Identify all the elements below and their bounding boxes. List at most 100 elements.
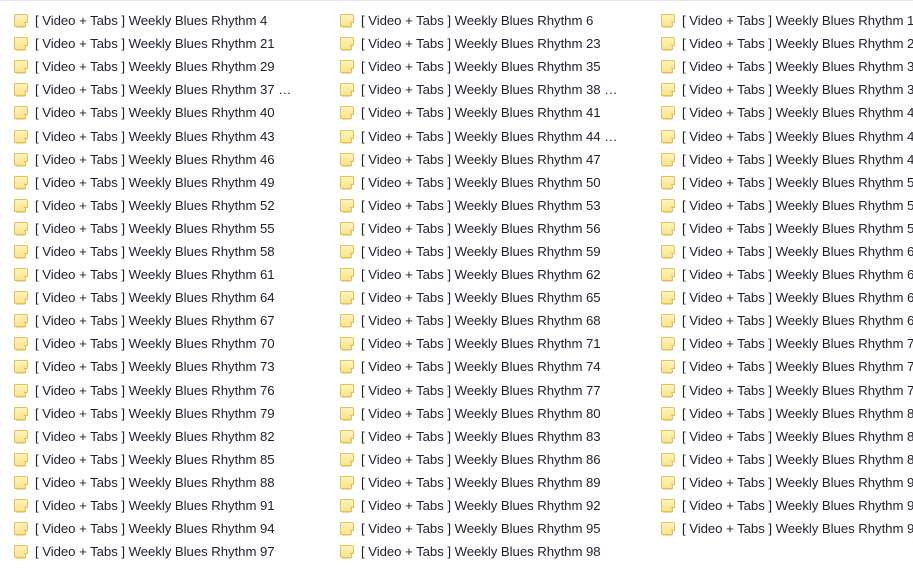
folder-icon <box>340 336 355 352</box>
list-item[interactable]: [ Video + Tabs ] Weekly Blues Rhythm 4 <box>14 9 327 32</box>
list-item[interactable]: [ Video + Tabs ] Weekly Blues Rhythm 62 <box>340 263 647 286</box>
list-item[interactable]: [ Video + Tabs ] Weekly Blues Rhythm 94 <box>14 517 327 540</box>
list-item[interactable]: [ Video + Tabs ] Weekly Blues Rhythm 44 … <box>340 124 647 147</box>
list-item[interactable]: [ Video + Tabs ] Weekly Blues Rhythm 74 <box>340 355 647 378</box>
list-item[interactable]: [ Video + Tabs ] Weekly Blues Rhythm 64 <box>14 286 327 309</box>
list-item-label: [ Video + Tabs ] Weekly Blues Rhythm 44 … <box>361 128 618 144</box>
list-item[interactable]: [ Video + Tabs ] Weekly Blues Rhythm 46 <box>14 148 327 171</box>
list-item-label: [ Video + Tabs ] Weekly Blues Rhythm 6 <box>361 13 594 29</box>
list-item[interactable]: [ Video + Tabs ] Weekly Blues Rhythm 19 <box>661 9 913 32</box>
list-item[interactable]: [ Video + Tabs ] Weekly Blues Rhythm 68 <box>340 309 647 332</box>
list-item[interactable]: [ Video + Tabs ] Weekly Blues Rhythm 66 <box>661 286 913 309</box>
list-item-label: [ Video + Tabs ] Weekly Blues Rhythm 4 <box>35 13 268 29</box>
folder-icon <box>661 221 676 236</box>
list-item[interactable]: [ Video + Tabs ] Weekly Blues Rhythm 53 <box>340 194 647 217</box>
list-item[interactable]: [ Video + Tabs ] Weekly Blues Rhythm 21 <box>14 32 327 55</box>
list-item[interactable]: [ Video + Tabs ] Weekly Blues Rhythm 52 <box>14 194 327 217</box>
list-item[interactable]: [ Video + Tabs ] Weekly Blues Rhythm 61 <box>14 263 327 286</box>
list-item[interactable]: [ Video + Tabs ] Weekly Blues Rhythm 48 <box>661 148 913 171</box>
list-item[interactable]: [ Video + Tabs ] Weekly Blues Rhythm 70 <box>14 332 327 355</box>
list-item[interactable]: [ Video + Tabs ] Weekly Blues Rhythm 45 <box>661 124 913 147</box>
list-item[interactable]: [ Video + Tabs ] Weekly Blues Rhythm 79 <box>14 402 327 425</box>
list-item[interactable]: [ Video + Tabs ] Weekly Blues Rhythm 6 <box>340 9 647 32</box>
list-item[interactable]: [ Video + Tabs ] Weekly Blues Rhythm 57 <box>661 217 913 240</box>
list-item[interactable]: [ Video + Tabs ] Weekly Blues Rhythm 85 <box>14 448 327 471</box>
list-item[interactable]: [ Video + Tabs ] Weekly Blues Rhythm 71 <box>340 332 647 355</box>
list-item[interactable]: [ Video + Tabs ] Weekly Blues Rhythm 39 <box>661 78 913 101</box>
list-item-label: [ Video + Tabs ] Weekly Blues Rhythm 74 <box>361 359 601 375</box>
list-item[interactable]: [ Video + Tabs ] Weekly Blues Rhythm 49 <box>14 171 327 194</box>
list-item[interactable]: [ Video + Tabs ] Weekly Blues Rhythm 51 <box>661 171 913 194</box>
list-item[interactable]: [ Video + Tabs ] Weekly Blues Rhythm 36 <box>661 55 913 78</box>
list-item-label: [ Video + Tabs ] Weekly Blues Rhythm 76 <box>35 382 275 398</box>
folder-icon <box>14 82 29 98</box>
list-item[interactable]: [ Video + Tabs ] Weekly Blues Rhythm 86 <box>340 448 647 471</box>
list-item-label: [ Video + Tabs ] Weekly Blues Rhythm 54 <box>682 197 913 213</box>
list-item[interactable]: [ Video + Tabs ] Weekly Blues Rhythm 78 <box>661 379 913 402</box>
list-item[interactable]: [ Video + Tabs ] Weekly Blues Rhythm 58 <box>14 240 327 263</box>
list-item[interactable]: [ Video + Tabs ] Weekly Blues Rhythm 73 <box>14 355 327 378</box>
list-item[interactable]: [ Video + Tabs ] Weekly Blues Rhythm 23 <box>340 32 647 55</box>
list-item[interactable]: [ Video + Tabs ] Weekly Blues Rhythm 43 <box>14 124 327 147</box>
list-item[interactable]: [ Video + Tabs ] Weekly Blues Rhythm 88 <box>14 471 327 494</box>
list-item[interactable]: [ Video + Tabs ] Weekly Blues Rhythm 87 <box>661 448 913 471</box>
list-item[interactable]: [ Video + Tabs ] Weekly Blues Rhythm 98 <box>340 540 647 563</box>
list-item[interactable]: [ Video + Tabs ] Weekly Blues Rhythm 55 <box>14 217 327 240</box>
list-item[interactable]: [ Video + Tabs ] Weekly Blues Rhythm 65 <box>340 286 647 309</box>
list-item[interactable]: [ Video + Tabs ] Weekly Blues Rhythm 76 <box>14 379 327 402</box>
list-item[interactable]: [ Video + Tabs ] Weekly Blues Rhythm 91 <box>14 494 327 517</box>
list-item[interactable]: [ Video + Tabs ] Weekly Blues Rhythm 47 <box>340 148 647 171</box>
file-list-pane[interactable]: [ Video + Tabs ] Weekly Blues Rhythm 4 [… <box>0 0 913 570</box>
list-item[interactable]: [ Video + Tabs ] Weekly Blues Rhythm 90 <box>661 471 913 494</box>
list-item[interactable]: [ Video + Tabs ] Weekly Blues Rhythm 35 <box>340 55 647 78</box>
list-item-label: [ Video + Tabs ] Weekly Blues Rhythm 90 <box>682 474 913 490</box>
list-item[interactable]: [ Video + Tabs ] Weekly Blues Rhythm 60 <box>661 240 913 263</box>
list-item-label: [ Video + Tabs ] Weekly Blues Rhythm 69 <box>682 313 913 329</box>
list-item[interactable]: [ Video + Tabs ] Weekly Blues Rhythm 29 <box>14 55 327 78</box>
folder-icon <box>661 152 676 167</box>
folder-icon <box>661 129 676 144</box>
folder-icon <box>340 244 355 259</box>
list-item[interactable]: [ Video + Tabs ] Weekly Blues Rhythm 72 <box>661 332 913 355</box>
list-item-label: [ Video + Tabs ] Weekly Blues Rhythm 77 <box>361 382 601 398</box>
list-item[interactable]: [ Video + Tabs ] Weekly Blues Rhythm 54 <box>661 194 913 217</box>
list-item[interactable]: [ Video + Tabs ] Weekly Blues Rhythm 69 <box>661 309 913 332</box>
list-item[interactable]: [ Video + Tabs ] Weekly Blues Rhythm 92 <box>340 494 647 517</box>
list-item[interactable]: [ Video + Tabs ] Weekly Blues Rhythm 59 <box>340 240 647 263</box>
list-item[interactable]: [ Video + Tabs ] Weekly Blues Rhythm 50 <box>340 171 647 194</box>
list-item[interactable]: [ Video + Tabs ] Weekly Blues Rhythm 28 … <box>661 32 913 55</box>
folder-icon <box>340 198 355 213</box>
list-item[interactable]: [ Video + Tabs ] Weekly Blues Rhythm 40 <box>14 101 327 124</box>
list-item[interactable]: [ Video + Tabs ] Weekly Blues Rhythm 97 <box>14 540 327 563</box>
list-item[interactable]: [ Video + Tabs ] Weekly Blues Rhythm 96 <box>661 517 913 540</box>
list-item-label: [ Video + Tabs ] Weekly Blues Rhythm 38 … <box>361 82 618 98</box>
list-item[interactable]: [ Video + Tabs ] Weekly Blues Rhythm 38 … <box>340 78 647 101</box>
list-item-label: [ Video + Tabs ] Weekly Blues Rhythm 95 <box>361 521 601 537</box>
list-item[interactable]: [ Video + Tabs ] Weekly Blues Rhythm 37 … <box>14 78 327 101</box>
list-item[interactable]: [ Video + Tabs ] Weekly Blues Rhythm 84 <box>661 425 913 448</box>
list-item[interactable]: [ Video + Tabs ] Weekly Blues Rhythm 95 <box>340 517 647 540</box>
folder-icon <box>14 544 29 560</box>
list-item[interactable]: [ Video + Tabs ] Weekly Blues Rhythm 63 <box>661 263 913 286</box>
list-item[interactable]: [ Video + Tabs ] Weekly Blues Rhythm 41 <box>340 101 647 124</box>
list-item[interactable]: [ Video + Tabs ] Weekly Blues Rhythm 42 <box>661 101 913 124</box>
folder-icon <box>340 36 355 52</box>
list-item-label: [ Video + Tabs ] Weekly Blues Rhythm 56 <box>361 220 601 236</box>
list-item[interactable]: [ Video + Tabs ] Weekly Blues Rhythm 75 <box>661 355 913 378</box>
list-item[interactable]: [ Video + Tabs ] Weekly Blues Rhythm 93 <box>661 494 913 517</box>
list-item[interactable]: [ Video + Tabs ] Weekly Blues Rhythm 82 <box>14 425 327 448</box>
list-item[interactable]: [ Video + Tabs ] Weekly Blues Rhythm 81 <box>661 402 913 425</box>
list-item-label: [ Video + Tabs ] Weekly Blues Rhythm 19 <box>682 13 913 29</box>
list-item-label: [ Video + Tabs ] Weekly Blues Rhythm 80 <box>361 405 601 421</box>
list-item[interactable]: [ Video + Tabs ] Weekly Blues Rhythm 80 <box>340 402 647 425</box>
folder-icon <box>340 82 355 98</box>
list-item-label: [ Video + Tabs ] Weekly Blues Rhythm 29 <box>35 59 275 75</box>
list-item[interactable]: [ Video + Tabs ] Weekly Blues Rhythm 56 <box>340 217 647 240</box>
list-item[interactable]: [ Video + Tabs ] Weekly Blues Rhythm 67 <box>14 309 327 332</box>
list-item-label: [ Video + Tabs ] Weekly Blues Rhythm 96 <box>682 521 913 537</box>
folder-icon <box>661 105 676 121</box>
list-item-label: [ Video + Tabs ] Weekly Blues Rhythm 89 <box>361 474 601 490</box>
list-item[interactable]: [ Video + Tabs ] Weekly Blues Rhythm 89 <box>340 471 647 494</box>
list-item[interactable]: [ Video + Tabs ] Weekly Blues Rhythm 77 <box>340 379 647 402</box>
list-item[interactable]: [ Video + Tabs ] Weekly Blues Rhythm 83 <box>340 425 647 448</box>
